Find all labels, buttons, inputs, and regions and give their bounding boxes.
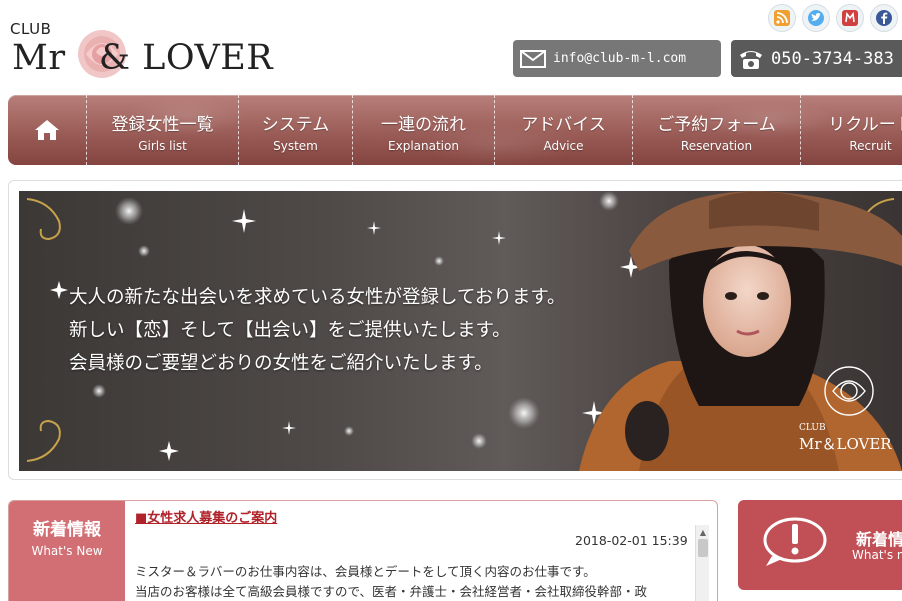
tel-number: 050-3734-383	[771, 48, 894, 69]
news-date: 2018-02-01 15:39	[575, 533, 688, 548]
twitter-button[interactable]	[802, 4, 830, 32]
rss-button[interactable]	[768, 4, 796, 32]
main-nav: 登録女性一覧 Girls list システム System 一連の流れ Expl…	[8, 95, 902, 165]
nav-girls-list[interactable]: 登録女性一覧 Girls list	[86, 95, 238, 165]
social-links	[768, 4, 898, 32]
facebook-button[interactable]	[870, 4, 898, 32]
news-title-link[interactable]: ■女性求人募集のご案内	[135, 507, 705, 526]
side-news-panel[interactable]: 新着情 What's n	[738, 500, 902, 590]
mail-icon	[520, 49, 546, 68]
mail-address: info@club-m-l.com	[553, 51, 687, 66]
twitter-icon	[808, 10, 824, 26]
nav-reservation[interactable]: ご予約フォーム Reservation	[632, 95, 800, 165]
facebook-icon	[876, 10, 892, 26]
site-logo[interactable]: CLUB Mr & LOVER	[10, 20, 274, 82]
news-content: ■女性求人募集のご案内 2018-02-01 15:39 ミスター＆ラバーのお仕…	[135, 507, 705, 599]
home-icon	[35, 120, 59, 140]
news-scrollbar[interactable]: ▲	[695, 525, 709, 601]
nav-explanation[interactable]: 一連の流れ Explanation	[352, 95, 494, 165]
logo-name: Mr & LOVER	[12, 38, 274, 78]
logo-club-text: CLUB	[10, 20, 52, 38]
scroll-thumb[interactable]	[698, 539, 708, 557]
phone-icon	[740, 50, 762, 69]
banner-message: 大人の新たな出会いを求めている女性が登録しております。 新しい【恋】そして【出会…	[69, 287, 566, 374]
mixi-icon	[842, 10, 858, 26]
nav-recruit[interactable]: リクルート Recruit	[800, 95, 902, 165]
banner-logo: CLUB Mr＆LOVER	[799, 423, 892, 453]
news-body: ミスター＆ラバーのお仕事内容は、会員様とデートをして頂く内容のお仕事です。 当店…	[135, 564, 648, 599]
rss-icon	[774, 10, 790, 26]
hero-banner: 大人の新たな出会いを求めている女性が登録しております。 新しい【恋】そして【出会…	[19, 191, 902, 471]
tel-contact-button[interactable]: 050-3734-383	[731, 40, 902, 77]
scroll-up-icon[interactable]: ▲	[696, 525, 710, 539]
nav-home[interactable]	[8, 95, 86, 165]
mail-contact-button[interactable]: info@club-m-l.com	[513, 40, 721, 77]
news-panel: 新着情報 What's New ■女性求人募集のご案内 2018-02-01 1…	[8, 500, 718, 601]
nav-advice[interactable]: アドバイス Advice	[494, 95, 632, 165]
news-label: 新着情報 What's New	[9, 501, 125, 601]
nav-system[interactable]: システム System	[238, 95, 352, 165]
alert-icon	[763, 517, 827, 566]
mixi-button[interactable]	[836, 4, 864, 32]
